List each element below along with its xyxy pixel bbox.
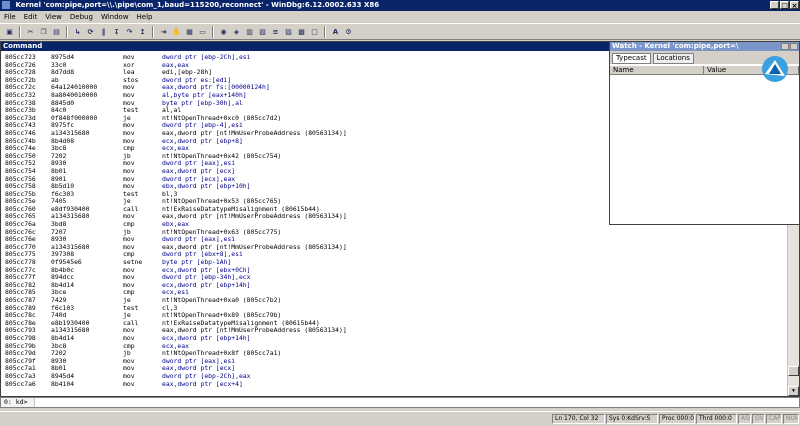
close-button[interactable]: × <box>790 1 799 10</box>
scroll-thumb[interactable] <box>788 366 799 376</box>
font-icon[interactable]: A <box>330 26 341 37</box>
go-icon[interactable]: ↳ <box>72 26 83 37</box>
status-cell: Ln 170, Col 32 <box>552 414 605 424</box>
source-icon[interactable]: ▢ <box>309 26 320 37</box>
break-icon[interactable]: ‖ <box>98 26 109 37</box>
scroll-down-arrow-icon[interactable]: ▼ <box>788 386 799 396</box>
menu-view[interactable]: View <box>41 13 66 21</box>
windbg-logo-icon <box>762 56 788 82</box>
status-cell: NUM <box>783 414 799 424</box>
toolbar: ▣ ✂ ❐ ▤ ↳ ⟳ ‖ ↧ ↷ ↥ ⇥ ✋ ▦ ▭ ◉ ◈ ▥ ▧ ≡ ▨ ▩ ▢ A ⚙ <box>0 23 800 40</box>
paste-icon[interactable]: ▤ <box>51 26 62 37</box>
watch-window: Watch - Kernel 'com:pipe,port=\ Typecast… <box>609 41 800 225</box>
command-input-bar: 0: kd> <box>0 397 800 408</box>
menu-debug[interactable]: Debug <box>66 13 97 21</box>
command-icon[interactable]: ▭ <box>197 26 208 37</box>
options-icon[interactable]: ⚙ <box>343 26 354 37</box>
registers-icon[interactable]: ▥ <box>244 26 255 37</box>
status-cell: ASM <box>738 414 751 424</box>
status-cell: Sys 0:KdSrv:S <box>606 414 658 424</box>
watch-col-name[interactable]: Name <box>610 66 704 75</box>
step-into-icon[interactable]: ↧ <box>111 26 122 37</box>
status-cell: OVR <box>752 414 765 424</box>
scratch-pad-icon[interactable]: ▩ <box>296 26 307 37</box>
status-cell: CAPS <box>766 414 782 424</box>
windbg-app-icon <box>2 1 10 9</box>
toolbar-separator <box>19 25 21 38</box>
menu-help[interactable]: Help <box>133 13 157 21</box>
cut-icon[interactable]: ✂ <box>25 26 36 37</box>
toolbar-separator <box>152 25 154 38</box>
maximize-button[interactable]: □ <box>780 1 789 10</box>
memory-icon[interactable]: ▧ <box>257 26 268 37</box>
disasm-operands: nt!NtOpenThread+0xa0 (805cc7b2) <box>162 296 282 304</box>
window-title: Kernel 'com:pipe,port=\\.\pipe\com_1,bau… <box>15 1 380 9</box>
disasm-operands: eax,dword ptr [nt!MmUserProbeAddress (80… <box>162 212 347 221</box>
kd-prompt: 0: kd> <box>1 398 35 407</box>
source-mode-icon[interactable]: ▦ <box>184 26 195 37</box>
disasm-row: 805cc7a6 8b4104 mov eax,dword ptr [ecx+4] <box>5 379 788 389</box>
menu-file[interactable]: File <box>0 13 20 21</box>
step-out-icon[interactable]: ↥ <box>137 26 148 37</box>
minimize-button[interactable]: _ <box>770 1 779 10</box>
disasm-opcode: 8b4104 <box>51 379 75 388</box>
restart-icon[interactable]: ⟳ <box>85 26 96 37</box>
watch-minimize-button[interactable] <box>781 43 789 50</box>
title-bar: Kernel 'com:pipe,port=\\.\pipe\com_1,bau… <box>0 0 800 11</box>
toolbar-separator <box>324 25 326 38</box>
disasm-address: 805cc7a6 <box>5 379 36 388</box>
menu-edit[interactable]: Edit <box>20 13 42 21</box>
menu-bar: File Edit View Debug Window Help <box>0 11 800 23</box>
disassembly-icon[interactable]: ▨ <box>283 26 294 37</box>
watch-window-title: Watch - Kernel 'com:pipe,port=\ <box>610 42 799 51</box>
status-cell: Thrd 000:0 <box>696 414 737 424</box>
run-to-cursor-icon[interactable]: ⇥ <box>158 26 169 37</box>
call-stack-icon[interactable]: ≡ <box>270 26 281 37</box>
toolbar-separator <box>212 25 214 38</box>
watch-maximize-button[interactable] <box>790 43 798 50</box>
open-icon[interactable]: ▣ <box>4 26 15 37</box>
status-cell: Proc 000:0 <box>659 414 695 424</box>
copy-icon[interactable]: ❐ <box>38 26 49 37</box>
tab-typecast[interactable]: Typecast <box>612 53 651 64</box>
watch-icon[interactable]: ◉ <box>218 26 229 37</box>
status-bar: Ln 170, Col 32 Sys 0:KdSrv:S Proc 000:0 Thr… <box>0 411 800 426</box>
toolbar-separator <box>66 25 68 38</box>
disasm-mnemonic: mov <box>123 379 135 388</box>
step-over-icon[interactable]: ↷ <box>124 26 135 37</box>
tab-locations[interactable]: Locations <box>652 53 694 64</box>
menu-window[interactable]: Window <box>97 13 133 21</box>
breakpoint-icon[interactable]: ✋ <box>171 26 182 37</box>
disasm-operands: eax,dword ptr [ecx+4] <box>162 379 243 388</box>
locals-icon[interactable]: ◈ <box>231 26 242 37</box>
